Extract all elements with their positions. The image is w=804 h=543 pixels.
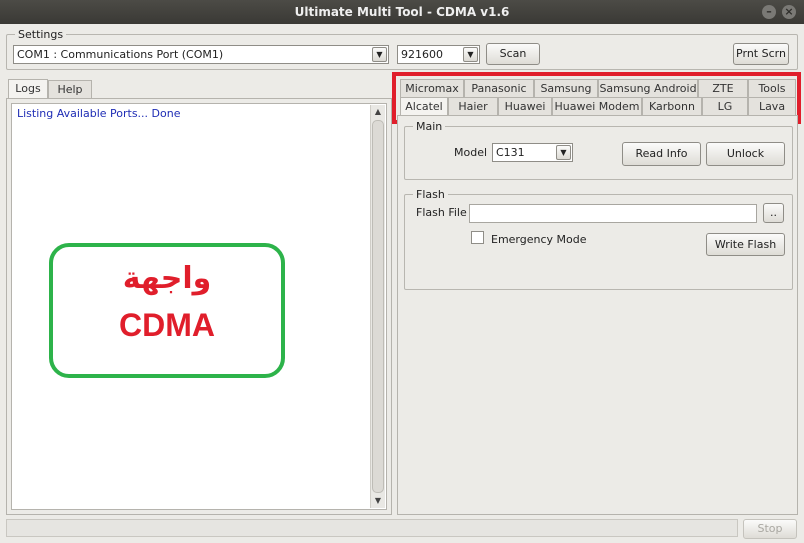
emergency-mode-checkbox[interactable] (471, 231, 484, 244)
browse-button[interactable]: .. (763, 203, 784, 223)
model-label: Model (454, 146, 488, 159)
scroll-up-icon[interactable]: ▲ (371, 105, 385, 119)
emergency-mode-label: Emergency Mode (491, 233, 587, 246)
flash-file-input[interactable] (469, 204, 757, 223)
log-scrollbar[interactable]: ▲ ▼ (370, 105, 385, 508)
tab-help[interactable]: Help (48, 80, 92, 98)
unlock-button[interactable]: Unlock (706, 142, 785, 166)
model-select[interactable]: C131 ▼ (492, 143, 573, 162)
print-screen-button[interactable]: Prnt Scrn (733, 43, 789, 65)
chevron-down-icon[interactable]: ▼ (463, 47, 478, 62)
window-title: Ultimate Multi Tool - CDMA v1.6 (294, 5, 510, 19)
main-group-label: Main (413, 120, 446, 133)
log-line: Listing Available Ports... Done (17, 107, 181, 120)
minimize-icon[interactable]: – (762, 5, 776, 19)
write-flash-button[interactable]: Write Flash (706, 233, 785, 256)
settings-group-label: Settings (15, 28, 67, 41)
port-select-value: COM1 : Communications Port (COM1) (17, 48, 224, 61)
tab-logs[interactable]: Logs (8, 79, 48, 99)
annotation-arabic-text: واجهة (122, 261, 212, 296)
close-icon[interactable]: × (782, 5, 796, 19)
model-select-value: C131 (496, 146, 525, 159)
port-select[interactable]: COM1 : Communications Port (COM1) ▼ (13, 45, 389, 64)
read-info-button[interactable]: Read Info (622, 142, 701, 166)
stop-button[interactable]: Stop (743, 519, 797, 539)
baud-select[interactable]: 921600 ▼ (397, 45, 480, 64)
annotation-english-text: CDMA (119, 307, 215, 343)
chevron-down-icon[interactable]: ▼ (556, 145, 571, 160)
baud-select-value: 921600 (401, 48, 443, 61)
scroll-down-icon[interactable]: ▼ (371, 494, 385, 508)
chevron-down-icon[interactable]: ▼ (372, 47, 387, 62)
scroll-thumb[interactable] (372, 120, 384, 493)
flash-group-label: Flash (413, 188, 448, 201)
scan-button[interactable]: Scan (486, 43, 540, 65)
title-bar: Ultimate Multi Tool - CDMA v1.6 – × (0, 0, 804, 24)
annotation-box: واجهة CDMA (49, 243, 285, 378)
progress-bar (6, 519, 738, 537)
flash-file-label: Flash File (416, 206, 467, 219)
